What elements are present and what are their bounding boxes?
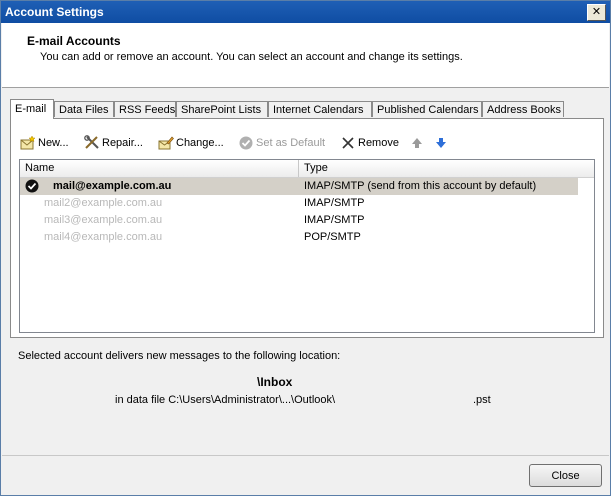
window-close-button[interactable]: ✕ [587,4,606,21]
repair-button[interactable]: Repair... [84,134,143,152]
repair-tools-icon [84,135,99,149]
column-header-type[interactable]: Type [299,160,594,177]
remove-button[interactable]: Remove [340,134,399,152]
remove-x-icon [342,137,354,149]
account-type: IMAP/SMTP [304,214,365,226]
list-header: Name Type [20,160,594,178]
account-name: mail2@example.com.au [44,197,163,209]
new-mail-icon [20,135,36,150]
tab-published-calendars[interactable]: Published Calendars [372,101,482,117]
data-file-extension: .pst [473,394,491,406]
column-header-name[interactable]: Name [20,160,299,177]
move-up-button[interactable] [409,134,427,152]
repair-label: Repair... [102,137,143,149]
account-type: POP/SMTP [304,231,361,243]
title-bar[interactable]: Account Settings ✕ [1,1,610,23]
change-label: Change... [176,137,224,149]
change-account-icon [158,136,174,150]
tab-rss-feeds[interactable]: RSS Feeds [114,101,176,117]
table-row[interactable]: mail@example.com.au IMAP/SMTP (send from… [20,178,578,195]
window-title: Account Settings [5,5,104,19]
default-check-icon [239,136,253,150]
account-name: mail3@example.com.au [44,214,163,226]
account-list[interactable]: Name Type mail@example.com.au IMAP/SMTP … [19,159,595,333]
tab-email[interactable]: E-mail [10,99,54,119]
close-button[interactable]: Close [529,464,602,487]
account-settings-window: Account Settings ✕ E-mail Accounts You c… [0,0,611,496]
new-account-button[interactable]: New... [20,134,69,152]
arrow-up-icon [412,138,422,149]
account-name: mail@example.com.au [53,180,172,192]
account-type: IMAP/SMTP [304,197,365,209]
footer-divider [2,455,609,456]
set-as-default-button[interactable]: Set as Default [238,134,325,152]
data-file-path: in data file C:\Users\Administrator\...\… [115,394,336,406]
tab-data-files[interactable]: Data Files [54,101,114,117]
tab-internet-calendars[interactable]: Internet Calendars [268,101,372,117]
arrow-down-icon [436,138,446,149]
header-title: E-mail Accounts [27,34,121,48]
change-button[interactable]: Change... [158,134,224,152]
header-subtitle: You can add or remove an account. You ca… [40,51,463,63]
table-row[interactable]: mail4@example.com.au POP/SMTP [20,229,594,246]
delivery-folder: \Inbox [257,375,293,389]
remove-label: Remove [358,137,399,149]
new-label: New... [38,137,69,149]
header-panel: E-mail Accounts You can add or remove an… [2,23,609,88]
close-icon: ✕ [591,6,602,18]
account-name: mail4@example.com.au [44,231,163,243]
set-as-default-label: Set as Default [256,137,326,149]
tab-sharepoint-lists[interactable]: SharePoint Lists [176,101,268,117]
account-type: IMAP/SMTP (send from this account by def… [304,180,537,192]
default-account-check-icon [25,179,39,193]
table-row[interactable]: mail3@example.com.au IMAP/SMTP [20,212,594,229]
delivery-location-label: Selected account delivers new messages t… [18,350,341,362]
table-row[interactable]: mail2@example.com.au IMAP/SMTP [20,195,594,212]
move-down-button[interactable] [433,134,451,152]
tab-address-books[interactable]: Address Books [482,101,564,117]
